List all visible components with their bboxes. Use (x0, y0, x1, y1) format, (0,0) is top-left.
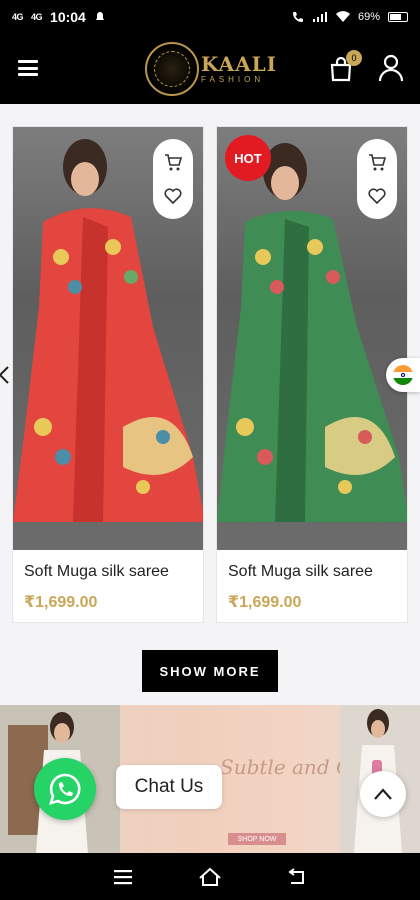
carousel-prev-button[interactable] (0, 366, 10, 384)
wifi-icon (335, 11, 350, 22)
call-icon (292, 12, 303, 22)
signal-icon (312, 12, 327, 22)
network-indicator-1: 4G (12, 12, 24, 22)
hot-badge: HOT (225, 135, 271, 181)
wishlist-heart-icon[interactable] (163, 186, 183, 206)
status-time: 10:04 (50, 9, 86, 25)
chat-us-label[interactable]: Chat Us (116, 765, 222, 809)
product-card[interactable]: Soft Muga silk saree ₹1,699.00 (12, 126, 204, 623)
product-card[interactable]: HOT Soft Muga silk saree ₹1,699.00 (216, 126, 408, 623)
back-icon[interactable] (285, 866, 309, 888)
scroll-to-top-button[interactable] (360, 771, 406, 817)
wishlist-heart-icon[interactable] (367, 186, 387, 206)
battery-percent: 69% (357, 11, 380, 23)
status-bar: 4G 4G 10:04 69% (0, 0, 420, 34)
menu-icon[interactable] (18, 60, 38, 76)
logo-seal-icon (145, 42, 199, 96)
brand-logo[interactable]: KAALI FASHION (145, 42, 277, 96)
chevron-up-icon (374, 788, 392, 800)
product-price: ₹1,699.00 (24, 594, 98, 611)
banner-shop-now-button[interactable]: SHOP NOW (228, 833, 286, 845)
system-nav-bar (0, 853, 420, 900)
battery-icon (388, 12, 408, 22)
cart-count-badge: 0 (346, 50, 362, 66)
product-name[interactable]: Soft Muga silk saree (24, 563, 169, 581)
account-button[interactable] (378, 54, 404, 82)
add-to-cart-icon[interactable] (367, 152, 387, 172)
whatsapp-icon (49, 773, 81, 805)
home-icon[interactable] (198, 866, 222, 888)
whatsapp-button[interactable] (34, 758, 96, 820)
chevron-left-icon (0, 366, 9, 384)
product-price: ₹1,699.00 (228, 594, 302, 611)
show-more-button[interactable]: SHOW MORE (142, 650, 278, 692)
recent-apps-icon[interactable] (111, 866, 135, 888)
product-actions (357, 139, 397, 219)
logo-brand-text: KAALI (201, 52, 278, 76)
product-actions (153, 139, 193, 219)
user-icon (378, 54, 404, 82)
logo-sub-text: FASHION (201, 75, 265, 84)
product-name[interactable]: Soft Muga silk saree (228, 563, 373, 581)
cart-button[interactable]: 0 (328, 50, 362, 82)
network-indicator-2: 4G (31, 12, 43, 22)
add-to-cart-icon[interactable] (163, 152, 183, 172)
site-header: KAALI FASHION 0 (0, 34, 420, 104)
notification-icon (95, 12, 104, 20)
country-selector-button[interactable] (386, 358, 420, 392)
india-flag-icon (393, 365, 413, 385)
